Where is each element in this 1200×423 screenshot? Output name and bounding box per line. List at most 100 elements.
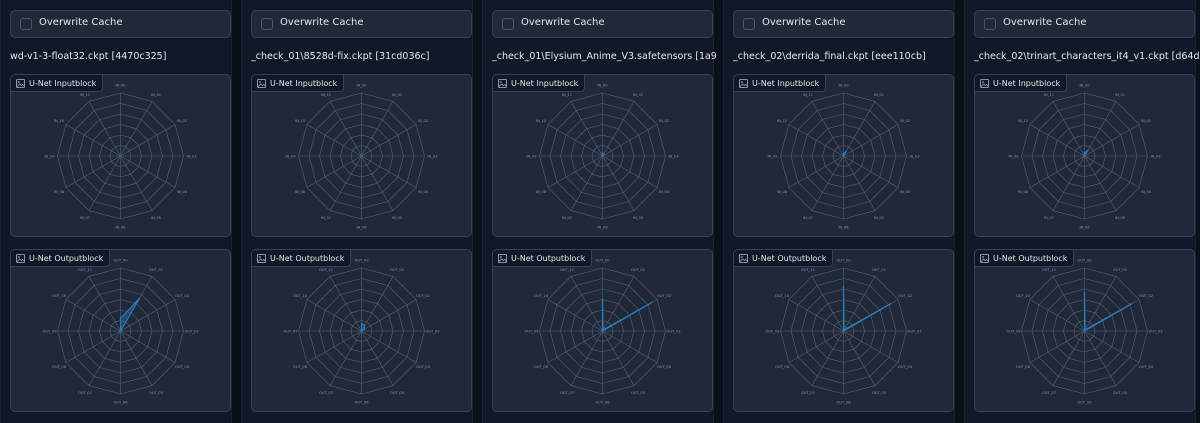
radar-axis-label: IN_09: [1008, 155, 1019, 159]
radar-chart: IN_00 IN_01 IN_02 IN_03 IN_04 IN_05 IN_06 IN_07…: [44, 84, 196, 230]
radar-axis-label: IN_09: [526, 155, 537, 159]
radar-axis-label: OUT_05: [390, 391, 404, 395]
radar-axis-label: OUT_05: [149, 391, 163, 395]
radar-axis-label: IN_00: [356, 84, 367, 88]
radar-axis-label: OUT_02: [657, 294, 671, 298]
radar-spoke: [329, 276, 362, 332]
unet-inputblock-plot: U-Net Inputblock IN_00 IN_01 IN_02 IN_03 IN_…: [492, 74, 713, 237]
checkbox-box[interactable]: [20, 18, 32, 30]
overwrite-cache-checkbox[interactable]: Overwrite Cache: [733, 10, 954, 38]
radar-axis-label: OUT_03: [184, 330, 198, 334]
unet-inputblock-plot: U-Net Inputblock IN_00 IN_01 IN_02 IN_03 IN_…: [251, 74, 472, 237]
radar-spoke: [602, 155, 635, 211]
model-column-3: Overwrite Cache _check_01\Elysium_Anime_…: [482, 0, 717, 423]
checkbox-box[interactable]: [984, 18, 996, 30]
radar-spoke: [547, 299, 603, 332]
radar-chart: IN_00 IN_01 IN_02 IN_03 IN_04 IN_05 IN_06 IN_07…: [285, 84, 437, 230]
overwrite-cache-label: Overwrite Cache: [280, 17, 364, 28]
radar-point: [363, 324, 366, 327]
radar-spoke: [1029, 299, 1085, 332]
radar-axis-label: IN_08: [777, 190, 788, 194]
checkbox-box[interactable]: [743, 18, 755, 30]
unet-outputblock-plot: U-Net Outputblock OUT_00 OUT_01 OUT_02 OUT_…: [492, 249, 713, 412]
radar-spoke: [361, 101, 394, 157]
plot-label-text: U-Net Outputblock: [752, 253, 827, 263]
overwrite-cache-checkbox[interactable]: Overwrite Cache: [974, 10, 1195, 38]
model-name: _check_02\derrida_final.ckpt [eee110cb]: [733, 51, 926, 62]
radar-spoke: [329, 155, 362, 211]
checkbox-box[interactable]: [261, 18, 273, 30]
radar-spoke: [811, 155, 844, 211]
radar-axis-label: IN_01: [151, 93, 161, 97]
radar-spoke: [602, 276, 635, 332]
radar-axis-label: IN_11: [321, 93, 331, 97]
plot-label: U-Net Outputblock: [734, 250, 834, 267]
radar-axis-label: OUT_07: [1042, 391, 1056, 395]
radar-spoke: [602, 330, 658, 363]
radar-point: [843, 329, 845, 331]
radar-spoke: [788, 330, 844, 363]
radar-axis-label: IN_07: [1044, 216, 1054, 220]
radar-spoke: [602, 101, 635, 157]
model-name: wd-v1-3-float32.ckpt [4470c325]: [10, 51, 167, 62]
plot-label-text: U-Net Inputblock: [752, 78, 820, 88]
radar-axis-label: IN_11: [803, 93, 813, 97]
radar-spoke: [361, 299, 417, 332]
radar-point: [1083, 151, 1086, 154]
radar-spoke: [120, 101, 153, 157]
image-icon: [980, 78, 989, 88]
radar-spoke: [602, 330, 635, 386]
radar-axis-label: OUT_01: [390, 268, 404, 272]
checkbox-box[interactable]: [502, 18, 514, 30]
radar-axis-label: OUT_01: [149, 268, 163, 272]
radar-axis-label: IN_05: [633, 216, 643, 220]
radar-axis-label: IN_01: [392, 93, 402, 97]
radar-axis-label: IN_07: [803, 216, 813, 220]
radar-spoke: [1084, 155, 1117, 211]
radar-spoke: [570, 155, 603, 211]
overwrite-cache-checkbox[interactable]: Overwrite Cache: [251, 10, 472, 38]
plot-label-text: U-Net Inputblock: [270, 78, 338, 88]
radar-axis-label: OUT_01: [1113, 268, 1127, 272]
radar-axis-label: OUT_05: [631, 391, 645, 395]
radar-axis-label: OUT_07: [560, 391, 574, 395]
radar-point: [842, 152, 845, 155]
radar-axis-label: IN_07: [80, 216, 90, 220]
model-column-4: Overwrite Cache _check_02\derrida_final.…: [723, 0, 955, 423]
radar-axis-label: OUT_05: [1113, 391, 1127, 395]
radar-point: [360, 322, 363, 325]
radar-axis-label: OUT_08: [775, 365, 790, 369]
radar-point: [1083, 292, 1086, 295]
radar-axis-label: OUT_02: [175, 294, 189, 298]
radar-axis-label: IN_08: [536, 190, 547, 194]
radar-point: [601, 298, 604, 301]
radar-chart: OUT_00 OUT_01 OUT_02 OUT_03 OUT_04 OUT_05 OUT_…: [524, 259, 680, 405]
radar-axis-label: OUT_08: [1016, 365, 1031, 369]
radar-spoke: [120, 155, 153, 211]
radar-axis-label: OUT_09: [524, 330, 539, 334]
overwrite-cache-checkbox[interactable]: Overwrite Cache: [10, 10, 231, 38]
radar-point: [845, 150, 847, 153]
radar-axis-label: OUT_06: [113, 401, 128, 405]
radar-axis-label: IN_04: [177, 190, 188, 194]
unet-inputblock-plot: U-Net Inputblock IN_00 IN_01 IN_02 IN_03 IN_…: [974, 74, 1195, 237]
radar-spoke: [1029, 155, 1085, 188]
radar-spoke: [1084, 101, 1117, 157]
radar-axis-label: OUT_02: [1139, 294, 1153, 298]
radar-point: [1086, 149, 1089, 152]
radar-axis-label: OUT_09: [42, 330, 57, 334]
radar-axis-label: IN_01: [1115, 93, 1125, 97]
radar-axis-label: IN_04: [659, 190, 670, 194]
overwrite-cache-checkbox[interactable]: Overwrite Cache: [492, 10, 713, 38]
radar-spoke: [1029, 330, 1085, 363]
image-icon: [739, 78, 748, 88]
radar-chart: IN_00 IN_01 IN_02 IN_03 IN_04 IN_05 IN_06 IN_07…: [1008, 84, 1160, 230]
radar-chart: IN_00 IN_01 IN_02 IN_03 IN_04 IN_05 IN_06 IN_07…: [526, 84, 678, 230]
radar-spoke: [306, 330, 362, 363]
image-icon: [257, 78, 266, 88]
radar-axis-label: OUT_04: [1139, 365, 1154, 369]
radar-chart: OUT_00 OUT_01 OUT_02 OUT_03 OUT_04 OUT_05 OUT_…: [283, 259, 439, 405]
radar-axis-label: IN_11: [80, 93, 90, 97]
radar-axis-label: IN_06: [1079, 226, 1090, 230]
radar-spoke: [547, 155, 603, 188]
